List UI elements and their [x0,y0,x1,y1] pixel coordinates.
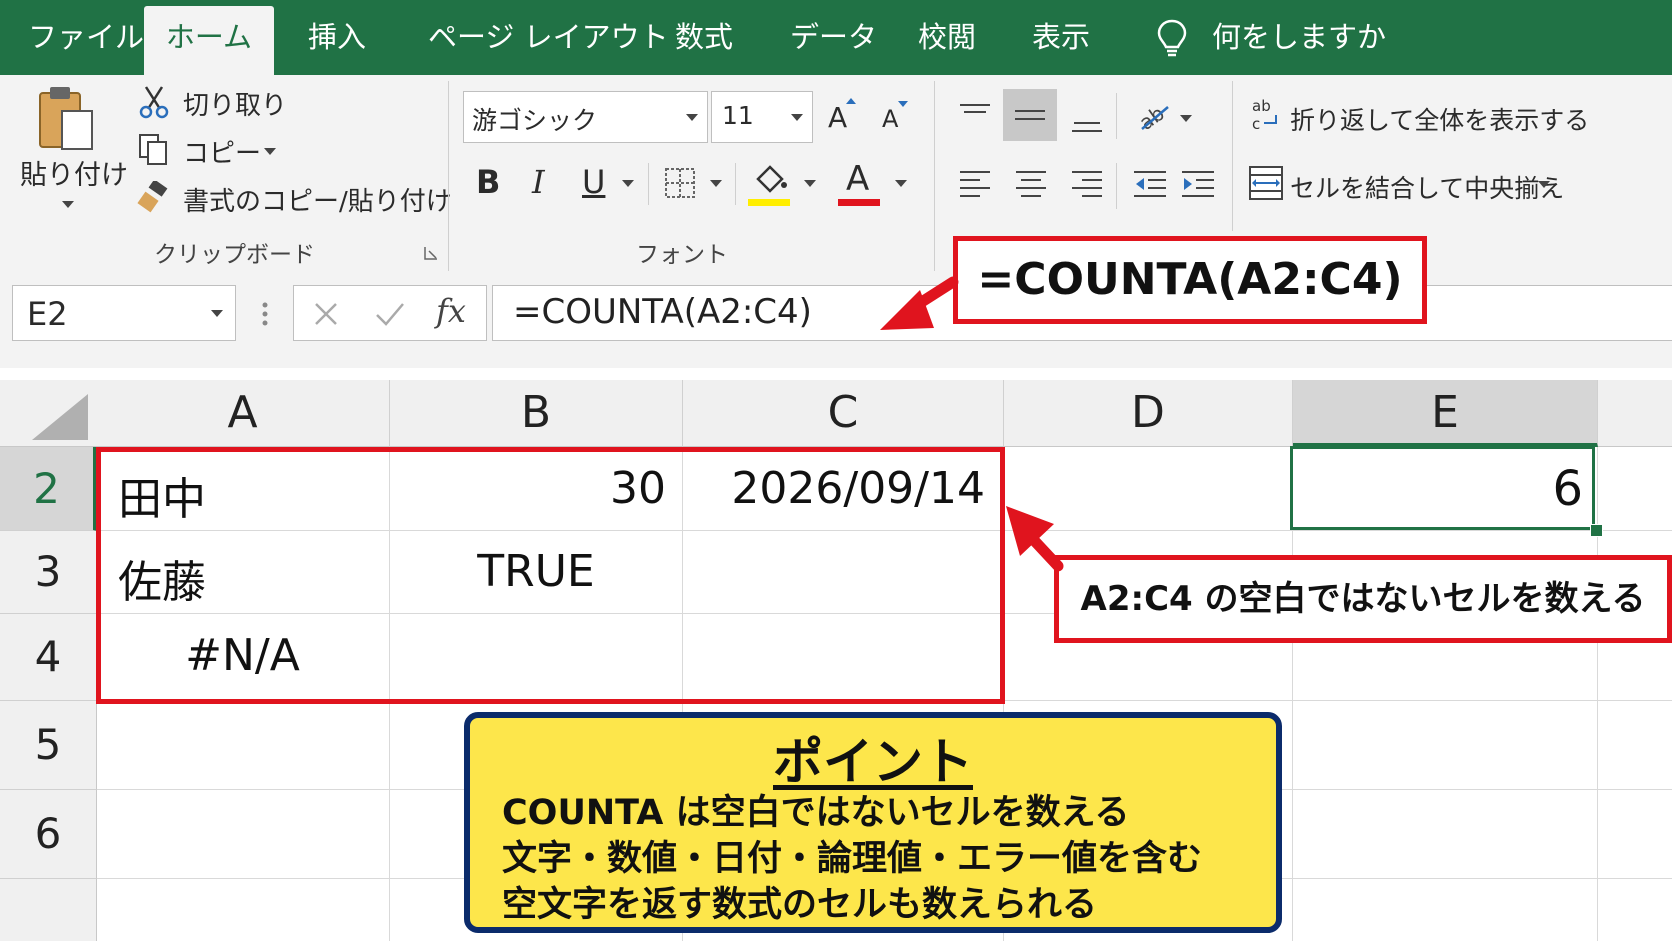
point-box: ポイント COUNTA は空白ではないセルを数える 文字・数値・日付・論理値・エ… [464,712,1282,933]
range-arrow-icon [1006,506,1064,572]
formula-arrow-icon [880,276,959,330]
point-line-2: 文字・数値・日付・論理値・エラー値を含む [502,839,1203,879]
point-line-1: COUNTA は空白ではないセルを数える [502,793,1130,833]
point-line-3: 空文字を返す数式のセルも数えられる [502,885,1098,925]
